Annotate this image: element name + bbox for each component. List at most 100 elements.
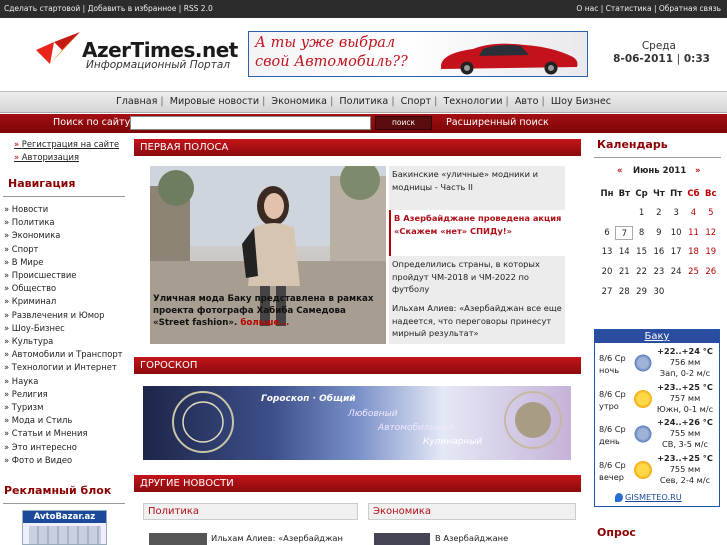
calendar-day[interactable]: 28 bbox=[615, 285, 633, 299]
calendar-day[interactable]: 26 bbox=[702, 265, 720, 279]
nav-item[interactable]: Это интересно bbox=[4, 441, 123, 454]
horoscope-banner[interactable]: Гороскоп · Общий Любовный Автомобильный … bbox=[143, 386, 571, 460]
nav-item[interactable]: Мода и Стиль bbox=[4, 414, 123, 427]
calendar-day[interactable]: 15 bbox=[633, 245, 651, 259]
advanced-search-link[interactable]: Расширенный поиск bbox=[446, 114, 549, 132]
calendar-day[interactable]: 18 bbox=[685, 245, 703, 259]
menu-item-politics[interactable]: Политика bbox=[339, 96, 388, 107]
horoscope-auto[interactable]: Автомобильный bbox=[378, 423, 454, 433]
more-link[interactable]: больше... bbox=[240, 318, 289, 328]
nav-item[interactable]: Автомобили и Транспорт bbox=[4, 348, 123, 361]
nav-item[interactable]: Криминал bbox=[4, 295, 123, 308]
weather-values: +23..+25 °C 755 мм Сев, 2-4 м/с bbox=[653, 453, 717, 486]
calendar-day[interactable]: 30 bbox=[650, 285, 668, 299]
politics-news-text[interactable]: Ильхам Алиев: «Азербайджан bbox=[211, 533, 343, 543]
calendar-weekday: Ср bbox=[635, 189, 648, 199]
search-input[interactable] bbox=[130, 116, 371, 130]
register-link[interactable]: Регистрация на сайте bbox=[14, 138, 119, 151]
weather-row: 8/6 Ср вечер +23..+25 °C 755 мм Сев, 2-4 м/с bbox=[595, 453, 719, 489]
about-link[interactable]: О нас bbox=[576, 4, 598, 13]
calendar-day[interactable]: 10 bbox=[667, 226, 685, 240]
menu-item-sport[interactable]: Спорт bbox=[401, 96, 432, 107]
calendar-day[interactable]: 4 bbox=[685, 206, 703, 220]
nav-item[interactable]: Спорт bbox=[4, 243, 123, 256]
menu-item-world[interactable]: Мировые новости bbox=[170, 96, 259, 107]
calendar-day[interactable]: 22 bbox=[633, 265, 651, 279]
news-item[interactable]: В Азербайджане проведена акция «Скажем «… bbox=[389, 210, 565, 256]
next-month-button[interactable]: » bbox=[695, 166, 701, 176]
rss-link[interactable]: RSS 2.0 bbox=[184, 4, 213, 13]
calendar-day[interactable]: 23 bbox=[650, 265, 668, 279]
gismeteo-link[interactable]: GISMETEO.RU bbox=[625, 492, 682, 502]
nav-item[interactable]: Общество bbox=[4, 282, 123, 295]
horoscope-general[interactable]: Гороскоп · Общий bbox=[261, 394, 356, 404]
calendar-day[interactable]: 17 bbox=[667, 245, 685, 259]
weather-when: 8/6 Ср день bbox=[599, 423, 626, 447]
ad-thumbnail[interactable]: AvtoBazar.az bbox=[22, 510, 107, 545]
nav-item[interactable]: Туризм bbox=[4, 401, 123, 414]
nav-item[interactable]: Наука bbox=[4, 375, 123, 388]
nav-item[interactable]: Новости bbox=[4, 203, 123, 216]
politics-thumbnail[interactable] bbox=[149, 533, 207, 545]
calendar-day[interactable]: 9 bbox=[650, 226, 668, 240]
calendar-day[interactable]: 5 bbox=[702, 206, 720, 220]
politics-section-title[interactable]: Политика bbox=[143, 503, 358, 520]
nav-item[interactable]: Религия bbox=[4, 388, 123, 401]
calendar-day[interactable]: 6 bbox=[598, 226, 616, 240]
search-button[interactable]: поиск bbox=[375, 116, 432, 130]
calendar-day[interactable]: 25 bbox=[685, 265, 703, 279]
economy-thumbnail[interactable] bbox=[374, 533, 430, 545]
calendar-day[interactable]: 11 bbox=[685, 226, 703, 240]
add-favorites-link[interactable]: Добавить в избранное bbox=[88, 4, 177, 13]
calendar-day[interactable]: 21 bbox=[615, 265, 633, 279]
news-item[interactable]: Бакинские «уличные» модники и модницы - … bbox=[389, 166, 565, 210]
logo-mark-icon[interactable] bbox=[34, 30, 82, 66]
prev-month-button[interactable]: « bbox=[617, 166, 623, 176]
nav-item[interactable]: Технологии и Интернет bbox=[4, 361, 123, 374]
calendar-day[interactable]: 2 bbox=[650, 206, 668, 220]
main-news-caption[interactable]: Уличная мода Баку представлена в рамках … bbox=[153, 293, 385, 329]
nav-item[interactable]: Фото и Видео bbox=[4, 454, 123, 467]
nav-item[interactable]: Шоу-Бизнес bbox=[4, 322, 123, 335]
zodiac-wheel-icon bbox=[172, 391, 562, 453]
weather-city[interactable]: Баку bbox=[595, 330, 719, 343]
calendar-day[interactable]: 20 bbox=[598, 265, 616, 279]
news-item[interactable]: Ильхам Алиев: «Азербайджан все еще надее… bbox=[389, 300, 565, 344]
menu-item-showbiz[interactable]: Шоу Бизнес bbox=[551, 96, 611, 107]
calendar-day[interactable]: 3 bbox=[667, 206, 685, 220]
calendar-day[interactable]: 12 bbox=[702, 226, 720, 240]
calendar-day[interactable]: 14 bbox=[615, 245, 633, 259]
nav-item[interactable]: Экономика bbox=[4, 229, 123, 242]
horoscope-love[interactable]: Любовный bbox=[348, 409, 398, 419]
nav-item[interactable]: В Мире bbox=[4, 256, 123, 269]
car-banner[interactable]: А ты уже выбрал свой Автомобиль?? bbox=[248, 31, 588, 77]
calendar-day[interactable]: 24 bbox=[667, 265, 685, 279]
news-item[interactable]: Определились страны, в которых пройдут Ч… bbox=[389, 256, 565, 300]
banner-text: А ты уже выбрал свой Автомобиль?? bbox=[255, 34, 408, 72]
economy-section-title[interactable]: Экономика bbox=[368, 503, 576, 520]
calendar-day[interactable]: 13 bbox=[598, 245, 616, 259]
nav-item[interactable]: Происшествие bbox=[4, 269, 123, 282]
nav-item[interactable]: Статьи и Мнения bbox=[4, 427, 123, 440]
menu-item-auto[interactable]: Авто bbox=[515, 96, 539, 107]
feedback-link[interactable]: Обратная связь bbox=[659, 4, 721, 13]
calendar-day[interactable]: 19 bbox=[702, 245, 720, 259]
top-bar: Сделать стартовой | Добавить в избранное… bbox=[0, 0, 727, 18]
nav-item[interactable]: Развлечения и Юмор bbox=[4, 309, 123, 322]
set-homepage-link[interactable]: Сделать стартовой bbox=[4, 4, 80, 13]
statistics-link[interactable]: Статистика bbox=[606, 4, 652, 13]
menu-item-economy[interactable]: Экономика bbox=[271, 96, 327, 107]
calendar-day[interactable]: 7 bbox=[615, 225, 634, 240]
calendar-day[interactable]: 1 bbox=[633, 206, 651, 220]
calendar-day[interactable]: 27 bbox=[598, 285, 616, 299]
calendar-day[interactable]: 29 bbox=[633, 285, 651, 299]
menu-item-tech[interactable]: Технологии bbox=[443, 96, 502, 107]
economy-news-text[interactable]: В Азербайджане bbox=[435, 533, 508, 543]
calendar-day[interactable]: 8 bbox=[633, 226, 651, 240]
menu-item-home[interactable]: Главная bbox=[116, 96, 157, 107]
login-link[interactable]: Авторизация bbox=[14, 151, 119, 164]
calendar-day[interactable]: 16 bbox=[650, 245, 668, 259]
horoscope-culinary[interactable]: Кулинарный bbox=[423, 437, 482, 447]
nav-item[interactable]: Политика bbox=[4, 216, 123, 229]
nav-item[interactable]: Культура bbox=[4, 335, 123, 348]
